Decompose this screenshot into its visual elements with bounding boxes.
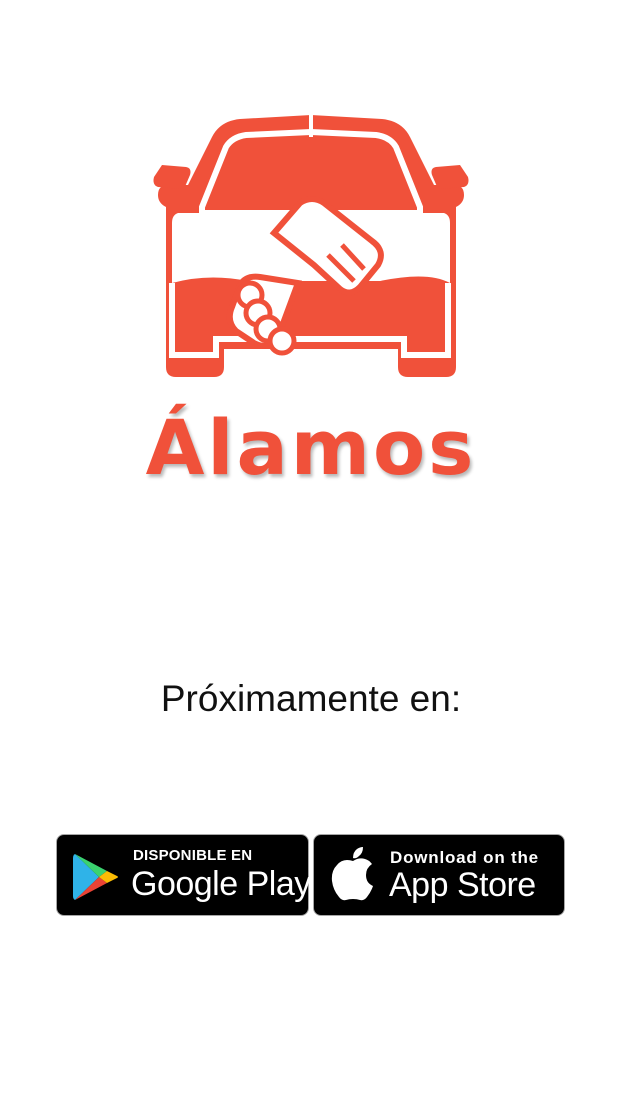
app-store-badge[interactable]: Download on the App Store (313, 834, 565, 916)
google-play-small-text: DISPONIBLE EN (133, 847, 253, 864)
brand-name: Álamos (145, 403, 477, 492)
apple-icon (331, 847, 375, 901)
coming-soon-text: Próximamente en: (160, 678, 462, 719)
google-play-badge[interactable]: DISPONIBLE EN Google Play (56, 834, 311, 916)
car-handshake-logo (128, 115, 494, 385)
app-store-big-text: App Store (389, 866, 536, 904)
app-store-small-text: Download on the (390, 848, 539, 867)
google-play-big-text: Google Play (131, 865, 311, 903)
google-play-icon (73, 852, 119, 902)
car-handshake-logo-graphic (153, 115, 469, 377)
